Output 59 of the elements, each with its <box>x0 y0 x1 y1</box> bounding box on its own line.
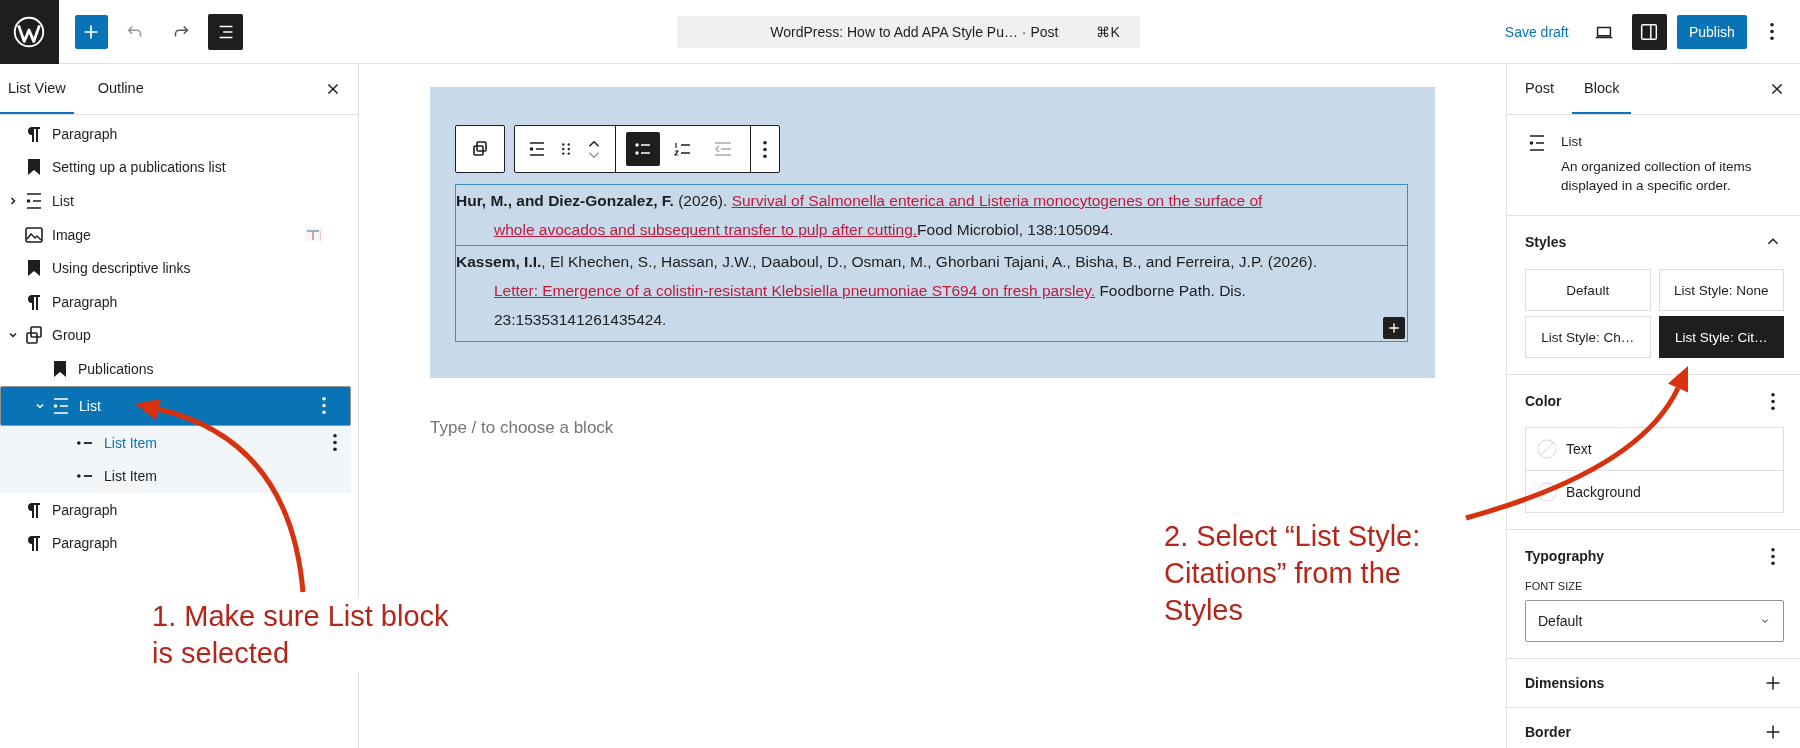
plus-icon <box>1386 320 1402 336</box>
list-view-toggle[interactable] <box>208 13 244 50</box>
list-view-item[interactable]: Publications <box>0 352 351 386</box>
style-option[interactable]: List Style: Ch… <box>1525 316 1651 358</box>
font-size-select[interactable]: Default <box>1525 600 1784 642</box>
panel-title: Border <box>1525 724 1571 740</box>
more-options-icon[interactable] <box>763 140 767 158</box>
citation-link[interactable]: Letter: Emergence of a colistin-resistant Klebsiella pneumoniae ST694 on fresh parsley. <box>494 282 1096 299</box>
block-appender[interactable]: Type / to choose a block <box>430 418 614 438</box>
add-block-button[interactable] <box>74 14 108 49</box>
settings-toggle[interactable] <box>1631 13 1667 50</box>
list-item-icon <box>77 440 92 445</box>
block-description: An organized collection of items displayed in a specific order. <box>1561 158 1753 195</box>
group-block[interactable] <box>430 87 1435 378</box>
list-view-item[interactable]: List <box>0 184 351 218</box>
color-option[interactable]: Text <box>1526 428 1783 470</box>
list-view-item[interactable]: Setting up a publications list <box>0 150 351 185</box>
more-options-icon <box>1770 23 1775 40</box>
style-option[interactable]: List Style: Cit… <box>1658 316 1784 358</box>
empty-swatch-icon <box>1536 480 1558 503</box>
shortcut-hint: ⌘K <box>1096 23 1120 40</box>
style-option[interactable]: Default <box>1525 269 1651 311</box>
bulleted-list-button[interactable] <box>626 132 660 166</box>
add-block-button[interactable] <box>1383 317 1405 339</box>
empty-swatch-icon <box>1536 438 1558 460</box>
more-options-icon[interactable] <box>1771 392 1775 410</box>
list-block[interactable] <box>455 184 1408 342</box>
list-view-item[interactable]: List Item <box>0 425 351 460</box>
list-view-item[interactable]: List Item <box>0 459 351 493</box>
panel-title: Typography <box>1525 548 1605 564</box>
more-options-icon[interactable] <box>333 434 337 452</box>
list-view-item[interactable]: Paragraph <box>0 284 351 319</box>
site-logo[interactable] <box>0 0 59 64</box>
more-options-icon[interactable] <box>1771 547 1775 565</box>
panel-tab[interactable]: Outline <box>89 64 152 114</box>
document-title: WordPress: How to Add APA Style Pu… · Post <box>770 23 1060 40</box>
panel-tab[interactable]: List View <box>0 64 74 114</box>
command-bar[interactable]: WordPress: How to Add APA Style Pu… · Post ⌘K <box>677 15 1140 48</box>
list-item-icon <box>77 474 92 479</box>
list-view-item[interactable]: Image <box>0 217 351 252</box>
style-option[interactable]: List Style: None <box>1658 269 1784 311</box>
list-view-item[interactable]: Paragraph <box>0 117 351 151</box>
panel-title: Dimensions <box>1525 675 1605 691</box>
list-view-item[interactable]: Group <box>0 318 351 353</box>
citation-link[interactable]: whole avocados and subsequent transfer to pulp after cutting. <box>494 221 918 238</box>
panel-tab[interactable]: Block <box>1572 64 1632 114</box>
list-view-item[interactable]: Using descriptive links <box>0 251 351 285</box>
panel-title: Color <box>1525 393 1562 409</box>
list-view-item[interactable]: Paragraph <box>0 492 351 527</box>
save-draft-button[interactable]: Save draft <box>1504 23 1569 40</box>
list-view-item[interactable]: Paragraph <box>0 526 351 561</box>
color-option[interactable]: Background <box>1526 470 1783 512</box>
field-label: FONT SIZE <box>1525 580 1584 592</box>
block-name: List <box>1561 134 1583 149</box>
panel-title: Styles <box>1525 234 1567 250</box>
panel-tab[interactable]: Post <box>1513 64 1566 114</box>
citation-text: Hur, M., and Diez-Gonzalez, F. (2026). Survival of Salmonella enterica and Listeria monocytogenes on the surface of whole avocados and subsequent transfer to pulp after cutting.Food Microbiol, 138:105094. <box>456 191 1264 240</box>
publish-button[interactable]: Publish <box>1676 14 1747 49</box>
citation-link[interactable]: Survival of Salmonella enterica and Listeria monocytogenes on the surface of <box>731 192 1263 209</box>
